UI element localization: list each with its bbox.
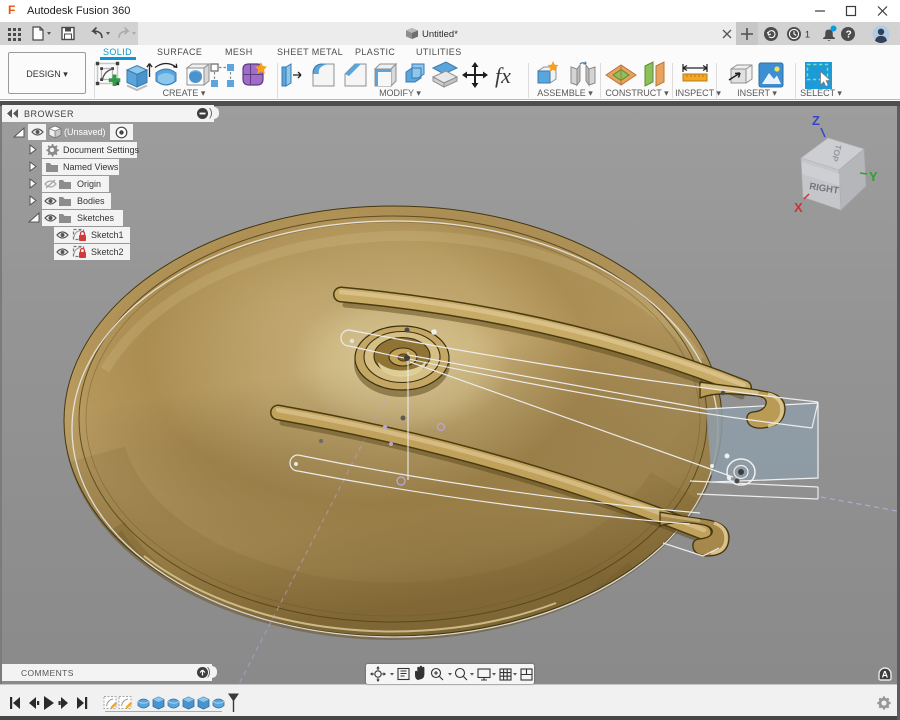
svg-text:X: X (794, 200, 803, 215)
svg-text:Y: Y (869, 169, 878, 184)
svg-text:Z: Z (812, 113, 820, 128)
svg-text:A: A (882, 670, 889, 680)
